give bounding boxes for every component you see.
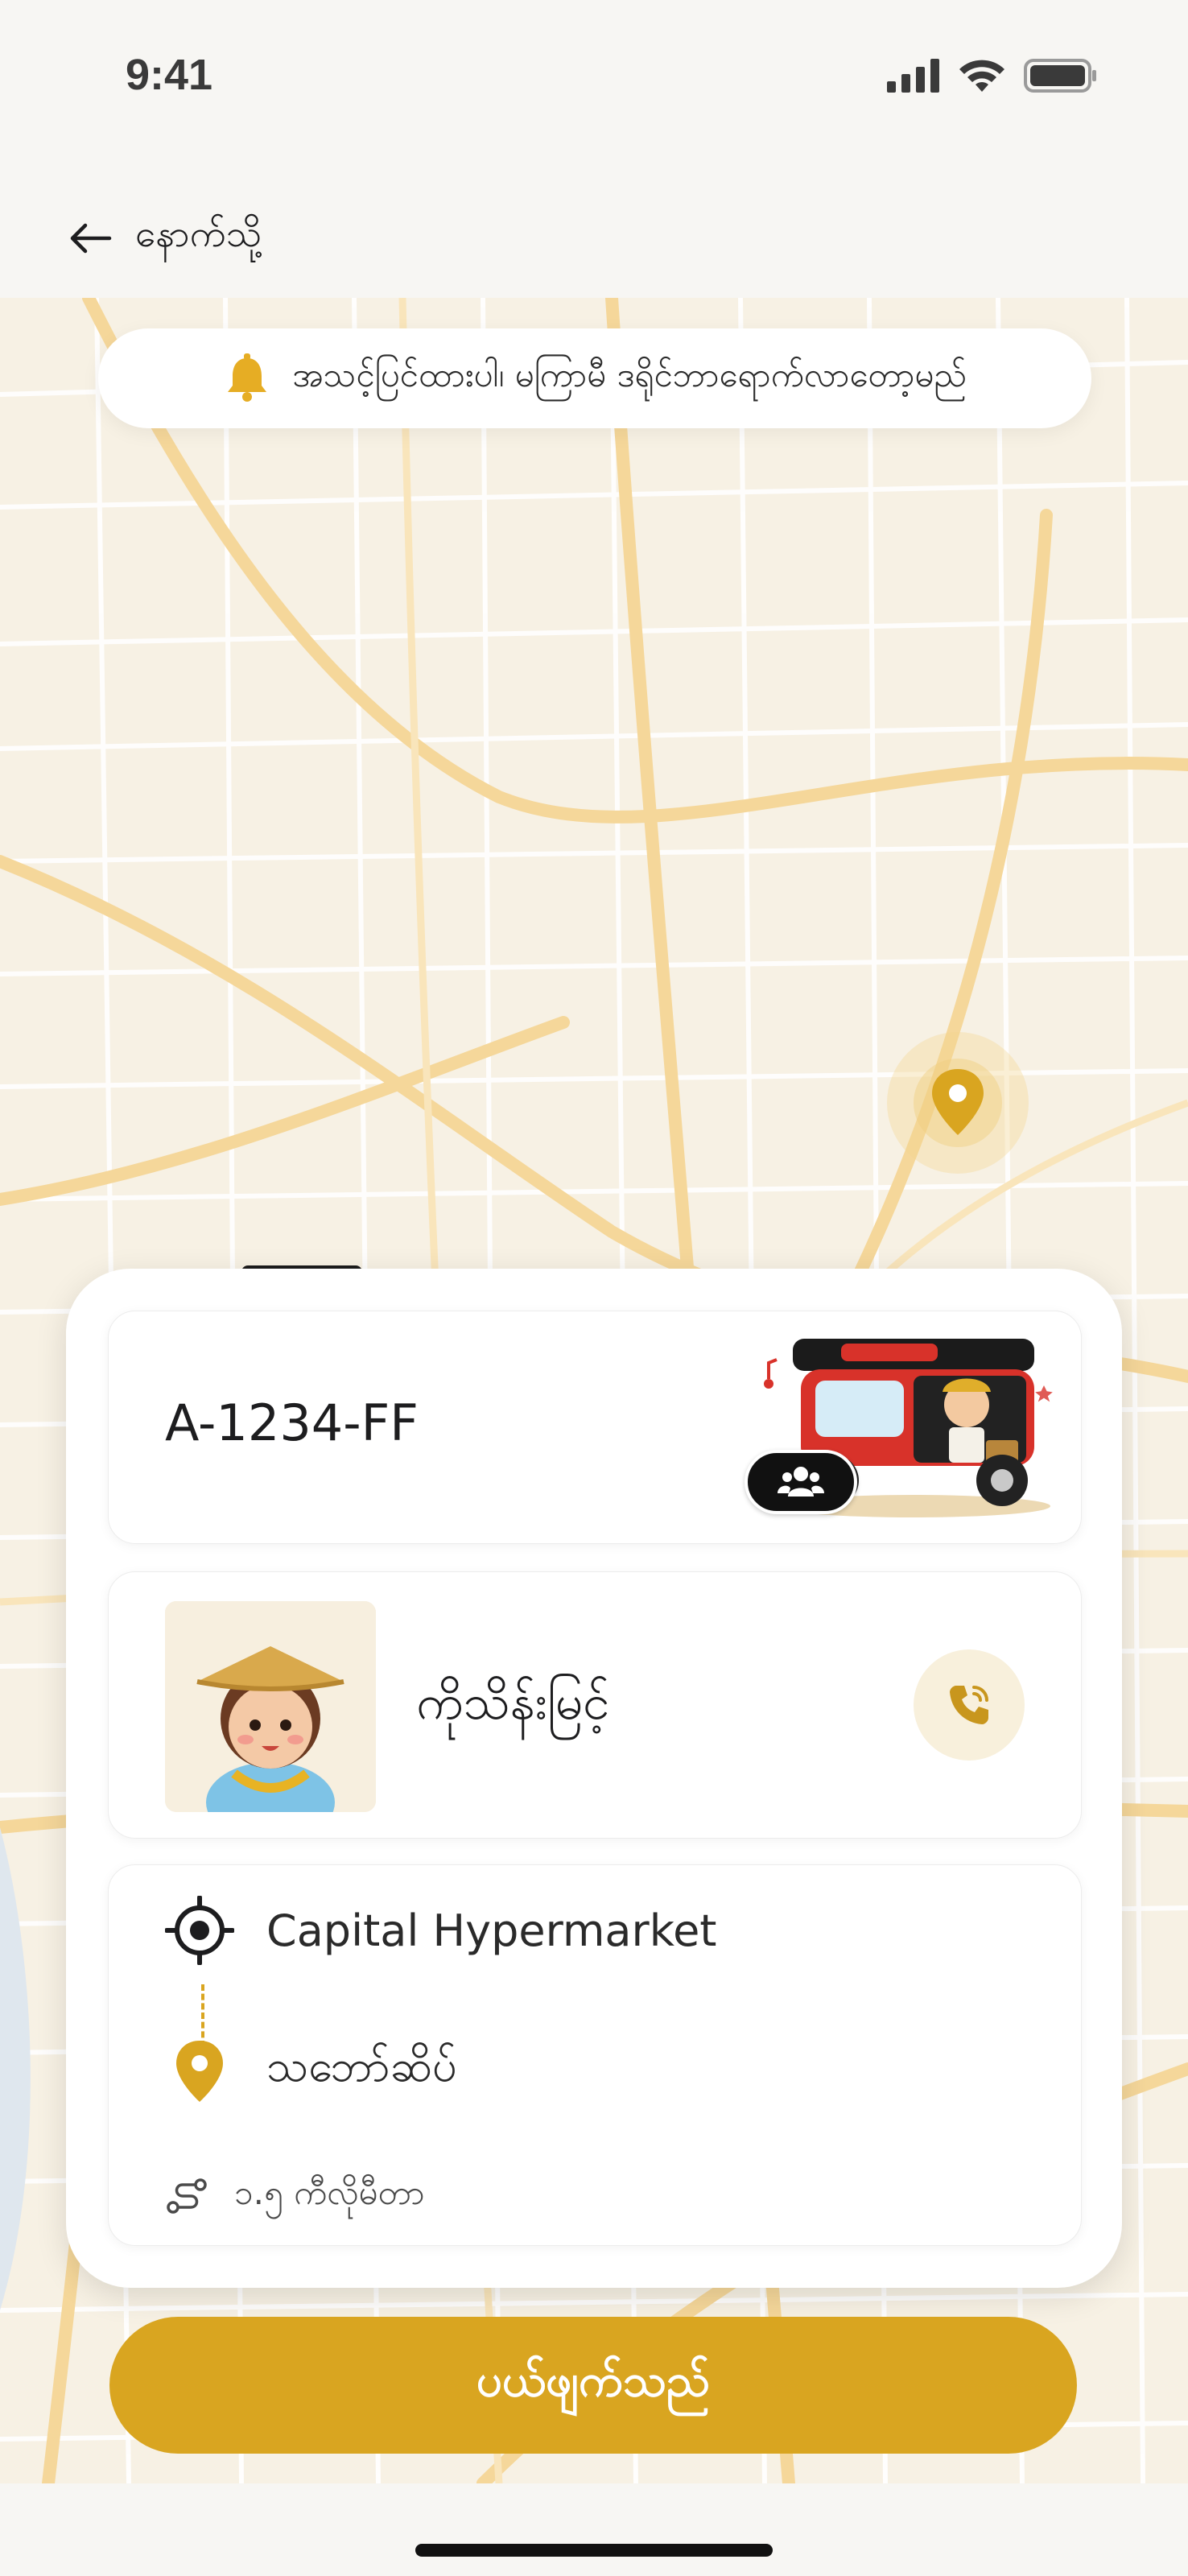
home-indicator[interactable] bbox=[415, 2544, 773, 2557]
dropoff-location: သဘော်ဆိပ် bbox=[266, 2040, 457, 2091]
route-icon bbox=[167, 2178, 207, 2214]
cancel-button[interactable]: ပယ်ဖျက်သည် bbox=[109, 2317, 1077, 2454]
bottom-safe-area bbox=[0, 2483, 1188, 2576]
signal-icon bbox=[887, 59, 939, 93]
driver-avatar bbox=[165, 1601, 376, 1812]
trip-sheet: A-1234-FF ကိုသိန်းမြင့် Capital Hypermar… bbox=[66, 1269, 1122, 2288]
users-icon bbox=[778, 1467, 824, 1496]
battery-icon bbox=[1024, 59, 1096, 93]
vehicle-card: A-1234-FF bbox=[108, 1311, 1082, 1544]
driver-arriving-banner: အသင့်ပြင်ထားပါ၊ မကြာမီ ဒရိုင်ဘာရောက်လာတေ… bbox=[98, 328, 1091, 428]
route-card: Capital Hypermarket သဘော်ဆိပ် ၁.၅ ကီလိုမ… bbox=[108, 1864, 1082, 2246]
top-bar: 9:41 နောက်သို့ bbox=[0, 0, 1188, 298]
status-icons bbox=[887, 58, 1098, 93]
back-label: နောက်သို့ bbox=[135, 212, 262, 255]
location-pin-icon bbox=[176, 2041, 223, 2102]
arrow-left-icon bbox=[70, 223, 112, 253]
trip-distance: ၁.၅ ကီလိုမီတာ bbox=[167, 2171, 425, 2221]
wifi-icon bbox=[959, 60, 1004, 92]
pickup-location: Capital Hypermarket bbox=[266, 1905, 717, 1956]
distance-value: ၁.၅ ကီလိုမီတာ bbox=[234, 2173, 425, 2212]
driver-card: ကိုသိန်းမြင့် bbox=[108, 1571, 1082, 1839]
destination-marker[interactable] bbox=[885, 1030, 1030, 1175]
driver-avatar-image bbox=[165, 1601, 376, 1812]
crosshair-icon bbox=[165, 1896, 234, 1965]
shared-ride-badge[interactable] bbox=[745, 1450, 857, 1514]
phone-icon bbox=[950, 1686, 988, 1724]
dropoff-row: သဘော်ဆိပ် bbox=[165, 2036, 457, 2105]
banner-text: အသင့်ပြင်ထားပါ၊ မကြာမီ ဒရိုင်ဘာရောက်လာတေ… bbox=[292, 355, 967, 394]
status-time: 9:41 bbox=[126, 51, 213, 99]
call-driver-button[interactable] bbox=[914, 1649, 1025, 1761]
pickup-row: Capital Hypermarket bbox=[165, 1896, 716, 1965]
driver-name: ကိုသိန်းမြင့် bbox=[416, 1674, 610, 1731]
plate-number: A-1234-FF bbox=[165, 1393, 419, 1452]
bell-icon bbox=[228, 353, 267, 402]
location-pin-icon bbox=[887, 1032, 1029, 1174]
back-button[interactable]: နောက်သို့ bbox=[68, 211, 262, 265]
